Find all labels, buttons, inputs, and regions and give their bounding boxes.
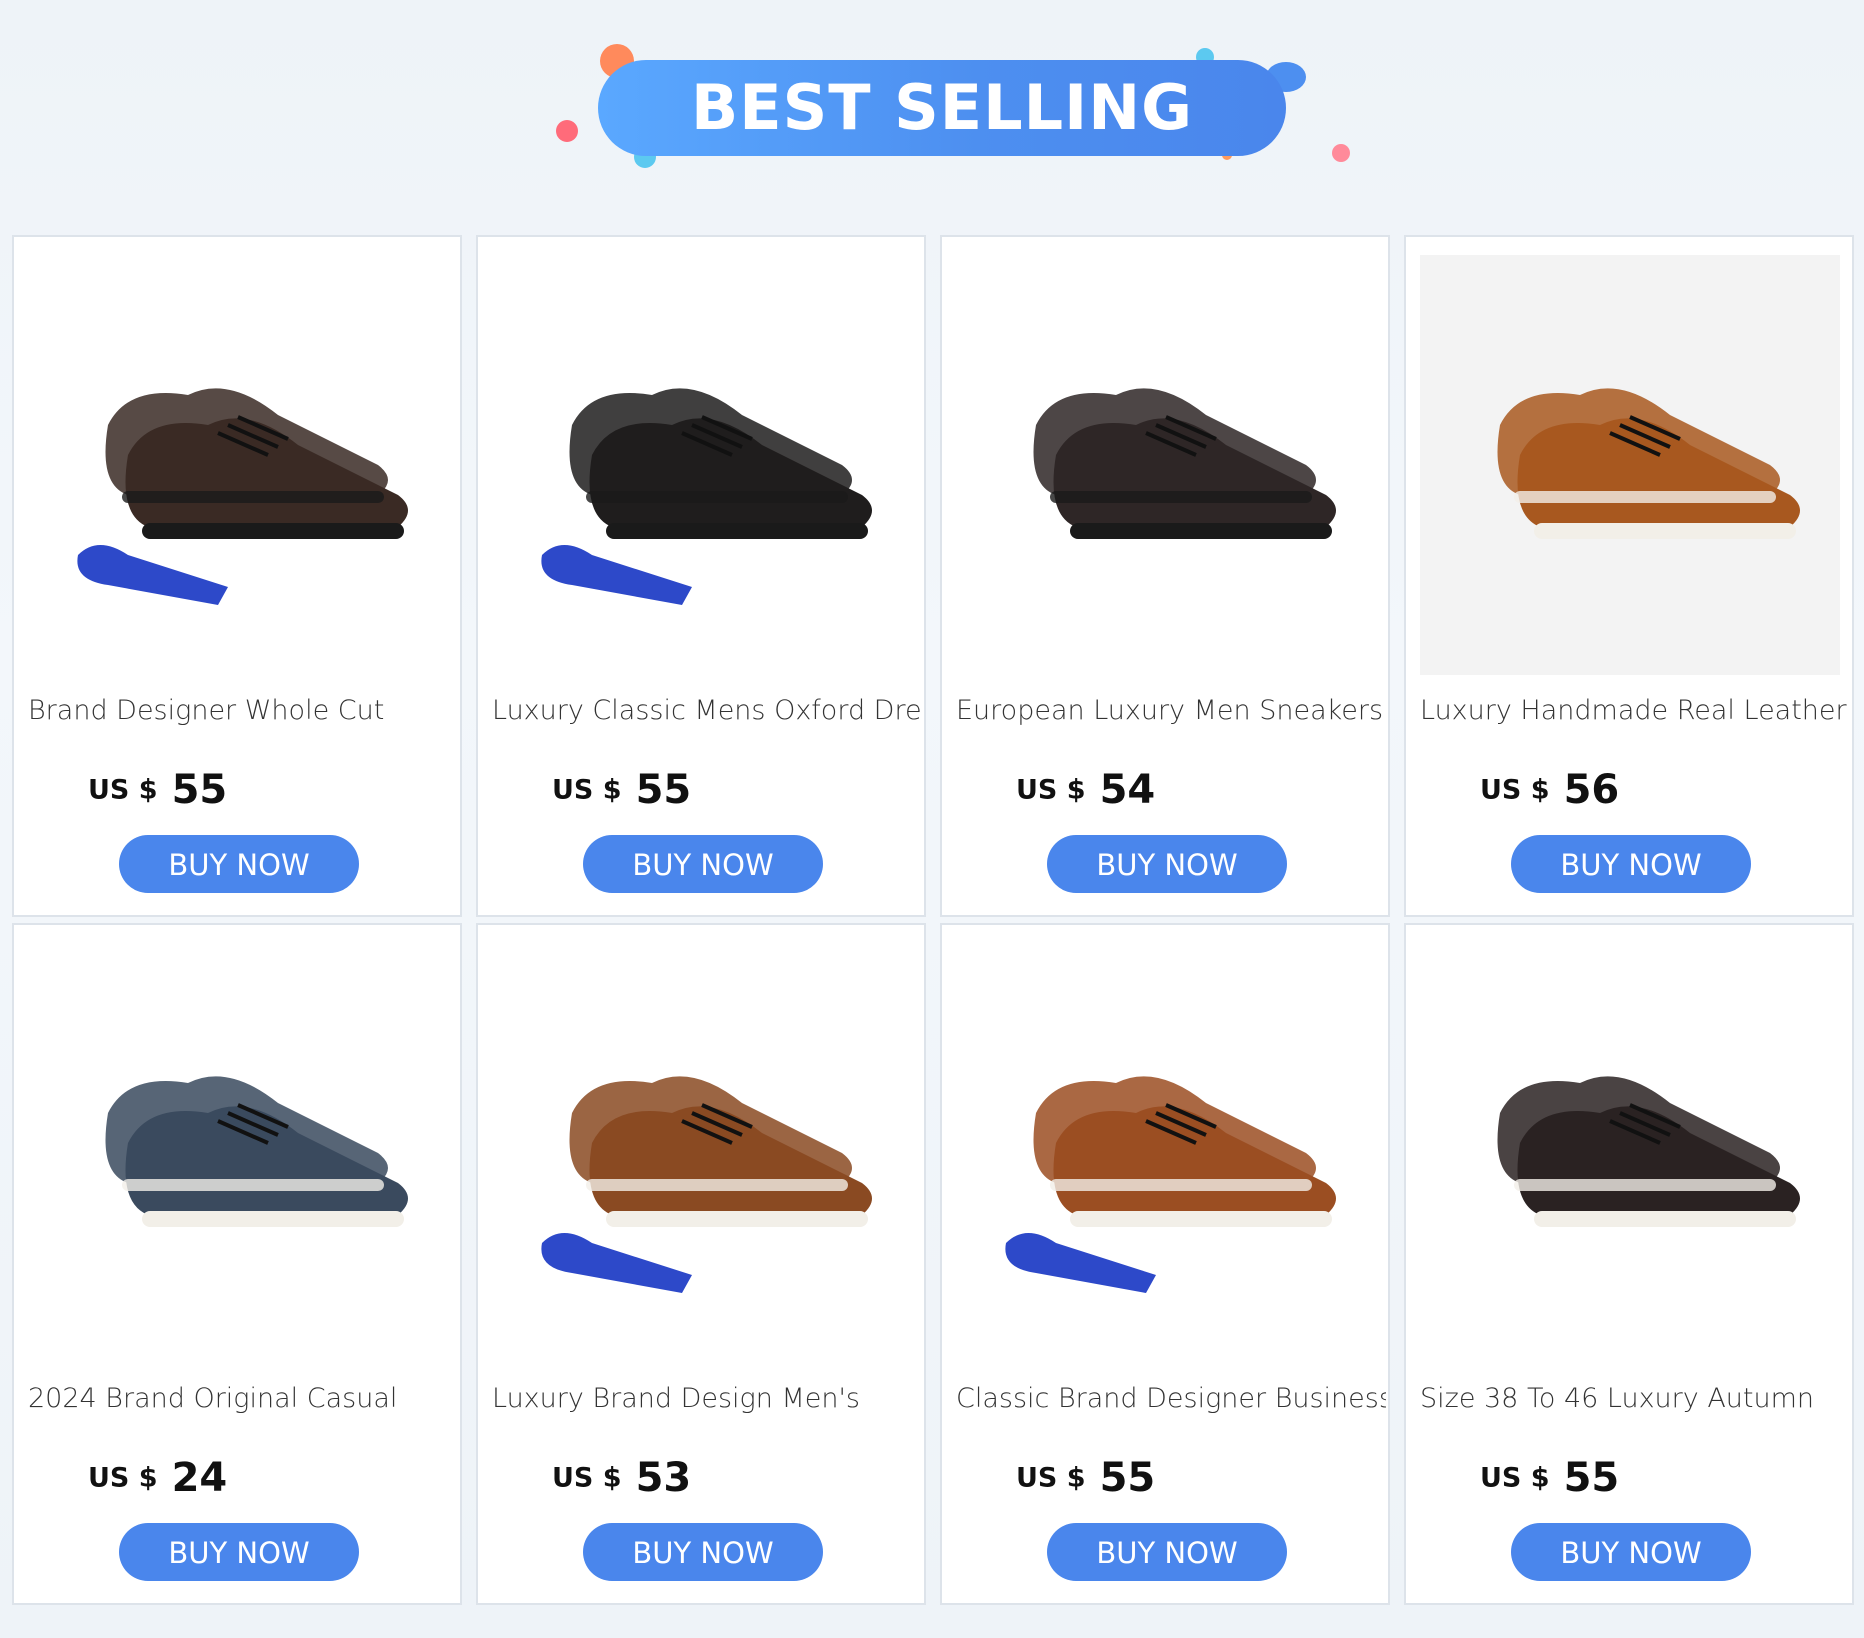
product-image[interactable] <box>1420 255 1840 675</box>
price-currency: US $ <box>88 1462 158 1494</box>
product-title[interactable]: Brand Designer Whole Cut <box>28 695 458 726</box>
product-card[interactable]: European Luxury Men Sneakers US $ 54 BUY … <box>940 235 1390 917</box>
sneaker-icon <box>1005 1076 1336 1293</box>
price-currency: US $ <box>1480 774 1550 806</box>
buy-now-button[interactable]: BUY NOW <box>119 835 359 893</box>
sneaker-icon <box>541 1076 872 1293</box>
product-price: US $ 24 <box>88 1455 227 1501</box>
product-price: US $ 55 <box>552 767 691 813</box>
product-card[interactable]: 2024 Brand Original Casual US $ 24 BUY NO… <box>12 923 462 1605</box>
product-title[interactable]: Luxury Handmade Real Leather <box>1420 695 1850 726</box>
buy-now-button[interactable]: BUY NOW <box>583 1523 823 1581</box>
product-title[interactable]: Size 38 To 46 Luxury Autumn <box>1420 1383 1850 1414</box>
price-currency: US $ <box>1480 1462 1550 1494</box>
product-price: US $ 55 <box>88 767 227 813</box>
product-card[interactable]: Luxury Brand Design Men's US $ 53 BUY NOW <box>476 923 926 1605</box>
product-title[interactable]: Luxury Classic Mens Oxford Dress <box>492 695 922 726</box>
buy-now-button[interactable]: BUY NOW <box>119 1523 359 1581</box>
price-currency: US $ <box>1016 1462 1086 1494</box>
price-value: 24 <box>171 1455 228 1501</box>
product-price: US $ 54 <box>1016 767 1155 813</box>
price-value: 55 <box>1099 1455 1156 1501</box>
product-title[interactable]: European Luxury Men Sneakers <box>956 695 1386 726</box>
best-selling-banner: BEST SELLING <box>0 0 1864 220</box>
price-value: 55 <box>171 767 228 813</box>
decor-dot-icon <box>1332 144 1350 162</box>
decor-dot-icon <box>556 120 578 142</box>
product-grid: Brand Designer Whole Cut US $55 BUY NOW … <box>12 235 1854 1605</box>
oxford-shoe-icon <box>541 388 872 605</box>
buy-now-button[interactable]: BUY NOW <box>1047 1523 1287 1581</box>
product-image[interactable] <box>28 255 448 675</box>
product-image[interactable] <box>28 943 448 1363</box>
product-price: US $ 56 <box>1480 767 1619 813</box>
buy-now-button[interactable]: BUY NOW <box>583 835 823 893</box>
product-image[interactable] <box>956 255 1376 675</box>
product-card[interactable]: Classic Brand Designer Business US $ 55 B… <box>940 923 1390 1605</box>
boat-shoe-icon <box>105 1076 408 1227</box>
product-image[interactable] <box>492 943 912 1363</box>
product-card[interactable]: Size 38 To 46 Luxury Autumn US $ 55 BUY N… <box>1404 923 1854 1605</box>
product-price: US $ 53 <box>552 1455 691 1501</box>
product-card[interactable]: Luxury Classic Mens Oxford Dress US $55 … <box>476 235 926 917</box>
product-card[interactable]: Brand Designer Whole Cut US $ 55 BUY NOW <box>12 235 462 917</box>
buy-now-button[interactable]: BUY NOW <box>1047 835 1287 893</box>
product-image[interactable] <box>492 255 912 675</box>
price-currency: US $ <box>552 1462 622 1494</box>
oxford-shoe-icon <box>77 388 408 605</box>
product-title[interactable]: 2024 Brand Original Casual <box>28 1383 458 1414</box>
product-image[interactable] <box>956 943 1376 1363</box>
buy-now-button[interactable]: BUY NOW <box>1511 835 1751 893</box>
price-value: 54 <box>1099 767 1156 813</box>
product-card[interactable]: Luxury Handmade Real Leather US $ 56 BUY … <box>1404 235 1854 917</box>
price-value: 55 <box>1563 1455 1620 1501</box>
price-value: 56 <box>1563 767 1620 813</box>
price-currency: US $ <box>88 774 158 806</box>
product-price: US $ 55 <box>1480 1455 1619 1501</box>
price-currency: US $ <box>1016 774 1086 806</box>
woven-sneaker-icon <box>1497 1076 1800 1227</box>
product-title[interactable]: Luxury Brand Design Men's <box>492 1383 922 1414</box>
price-value: 53 <box>635 1455 692 1501</box>
price-value: 55 <box>635 767 692 813</box>
buy-now-button[interactable]: BUY NOW <box>1511 1523 1751 1581</box>
product-image[interactable] <box>1420 943 1840 1363</box>
banner-title: BEST SELLING <box>690 71 1193 144</box>
price-currency: US $ <box>552 774 622 806</box>
product-title[interactable]: Classic Brand Designer Business <box>956 1383 1386 1414</box>
leather-sneaker-icon <box>1497 388 1800 539</box>
product-price: US $ 55 <box>1016 1455 1155 1501</box>
monk-strap-shoe-icon <box>1033 388 1336 539</box>
